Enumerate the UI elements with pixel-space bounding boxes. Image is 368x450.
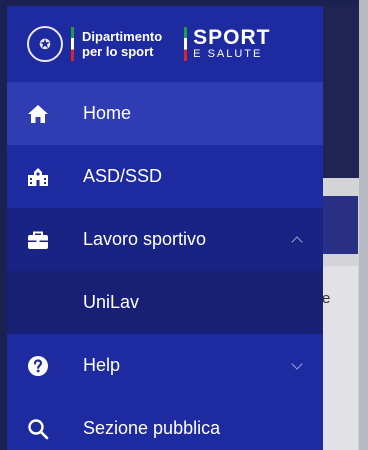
menu-item-sezione-pubblica-label: Sezione pubblica: [83, 418, 221, 438]
logo-tricolor-bar: [184, 27, 188, 61]
building-icon: [26, 165, 50, 189]
menu-item-lavoro-sportivo[interactable]: Lavoro sportivo: [7, 208, 323, 271]
drawer-menu: Home ASD/SSD Lavoro sportivo UniLav Help…: [7, 82, 323, 450]
frame-edge-left: [0, 0, 7, 450]
sport-e-salute-logo[interactable]: SPORT E SALUTE: [184, 27, 270, 61]
chevron-up-icon[interactable]: [291, 235, 303, 248]
department-line-1: Dipartimento: [82, 29, 163, 44]
briefcase-icon: [26, 228, 50, 252]
frame-edge-right: [359, 0, 368, 450]
menu-item-asd-ssd-label: ASD/SSD: [83, 166, 163, 186]
menu-item-help-label: Help: [83, 355, 121, 375]
submenu-item-unilav-label: UniLav: [83, 292, 140, 312]
submenu-item-unilav[interactable]: UniLav: [7, 271, 323, 334]
sport-logo-sub: E SALUTE: [193, 48, 263, 60]
menu-item-asd-ssd[interactable]: ASD/SSD: [7, 145, 323, 208]
page-peek-text: e: [322, 290, 331, 307]
sport-logo-text: SPORT E SALUTE: [193, 26, 271, 60]
tricolor-bar: [71, 27, 74, 61]
italian-republic-emblem-icon: ✪: [27, 26, 63, 62]
menu-item-help[interactable]: Help: [7, 334, 323, 397]
department-line-2: per lo sport: [82, 44, 154, 59]
menu-item-sezione-pubblica[interactable]: Sezione pubblica: [7, 397, 323, 450]
brand-header: ✪ Dipartimento per lo sport SPORT E SALU…: [7, 6, 323, 82]
home-icon: [26, 102, 50, 126]
help-circle-icon: [26, 354, 50, 378]
navigation-drawer: ✪ Dipartimento per lo sport SPORT E SALU…: [7, 6, 323, 450]
department-name[interactable]: Dipartimento per lo sport: [82, 29, 162, 59]
menu-item-home[interactable]: Home: [7, 82, 323, 145]
sport-logo-main: SPORT: [193, 26, 271, 49]
search-icon: [26, 417, 50, 441]
menu-item-lavoro-sportivo-label: Lavoro sportivo: [83, 229, 207, 249]
menu-item-home-label: Home: [83, 103, 132, 123]
chevron-down-icon[interactable]: [291, 357, 303, 370]
page-header-strip: [320, 196, 358, 254]
